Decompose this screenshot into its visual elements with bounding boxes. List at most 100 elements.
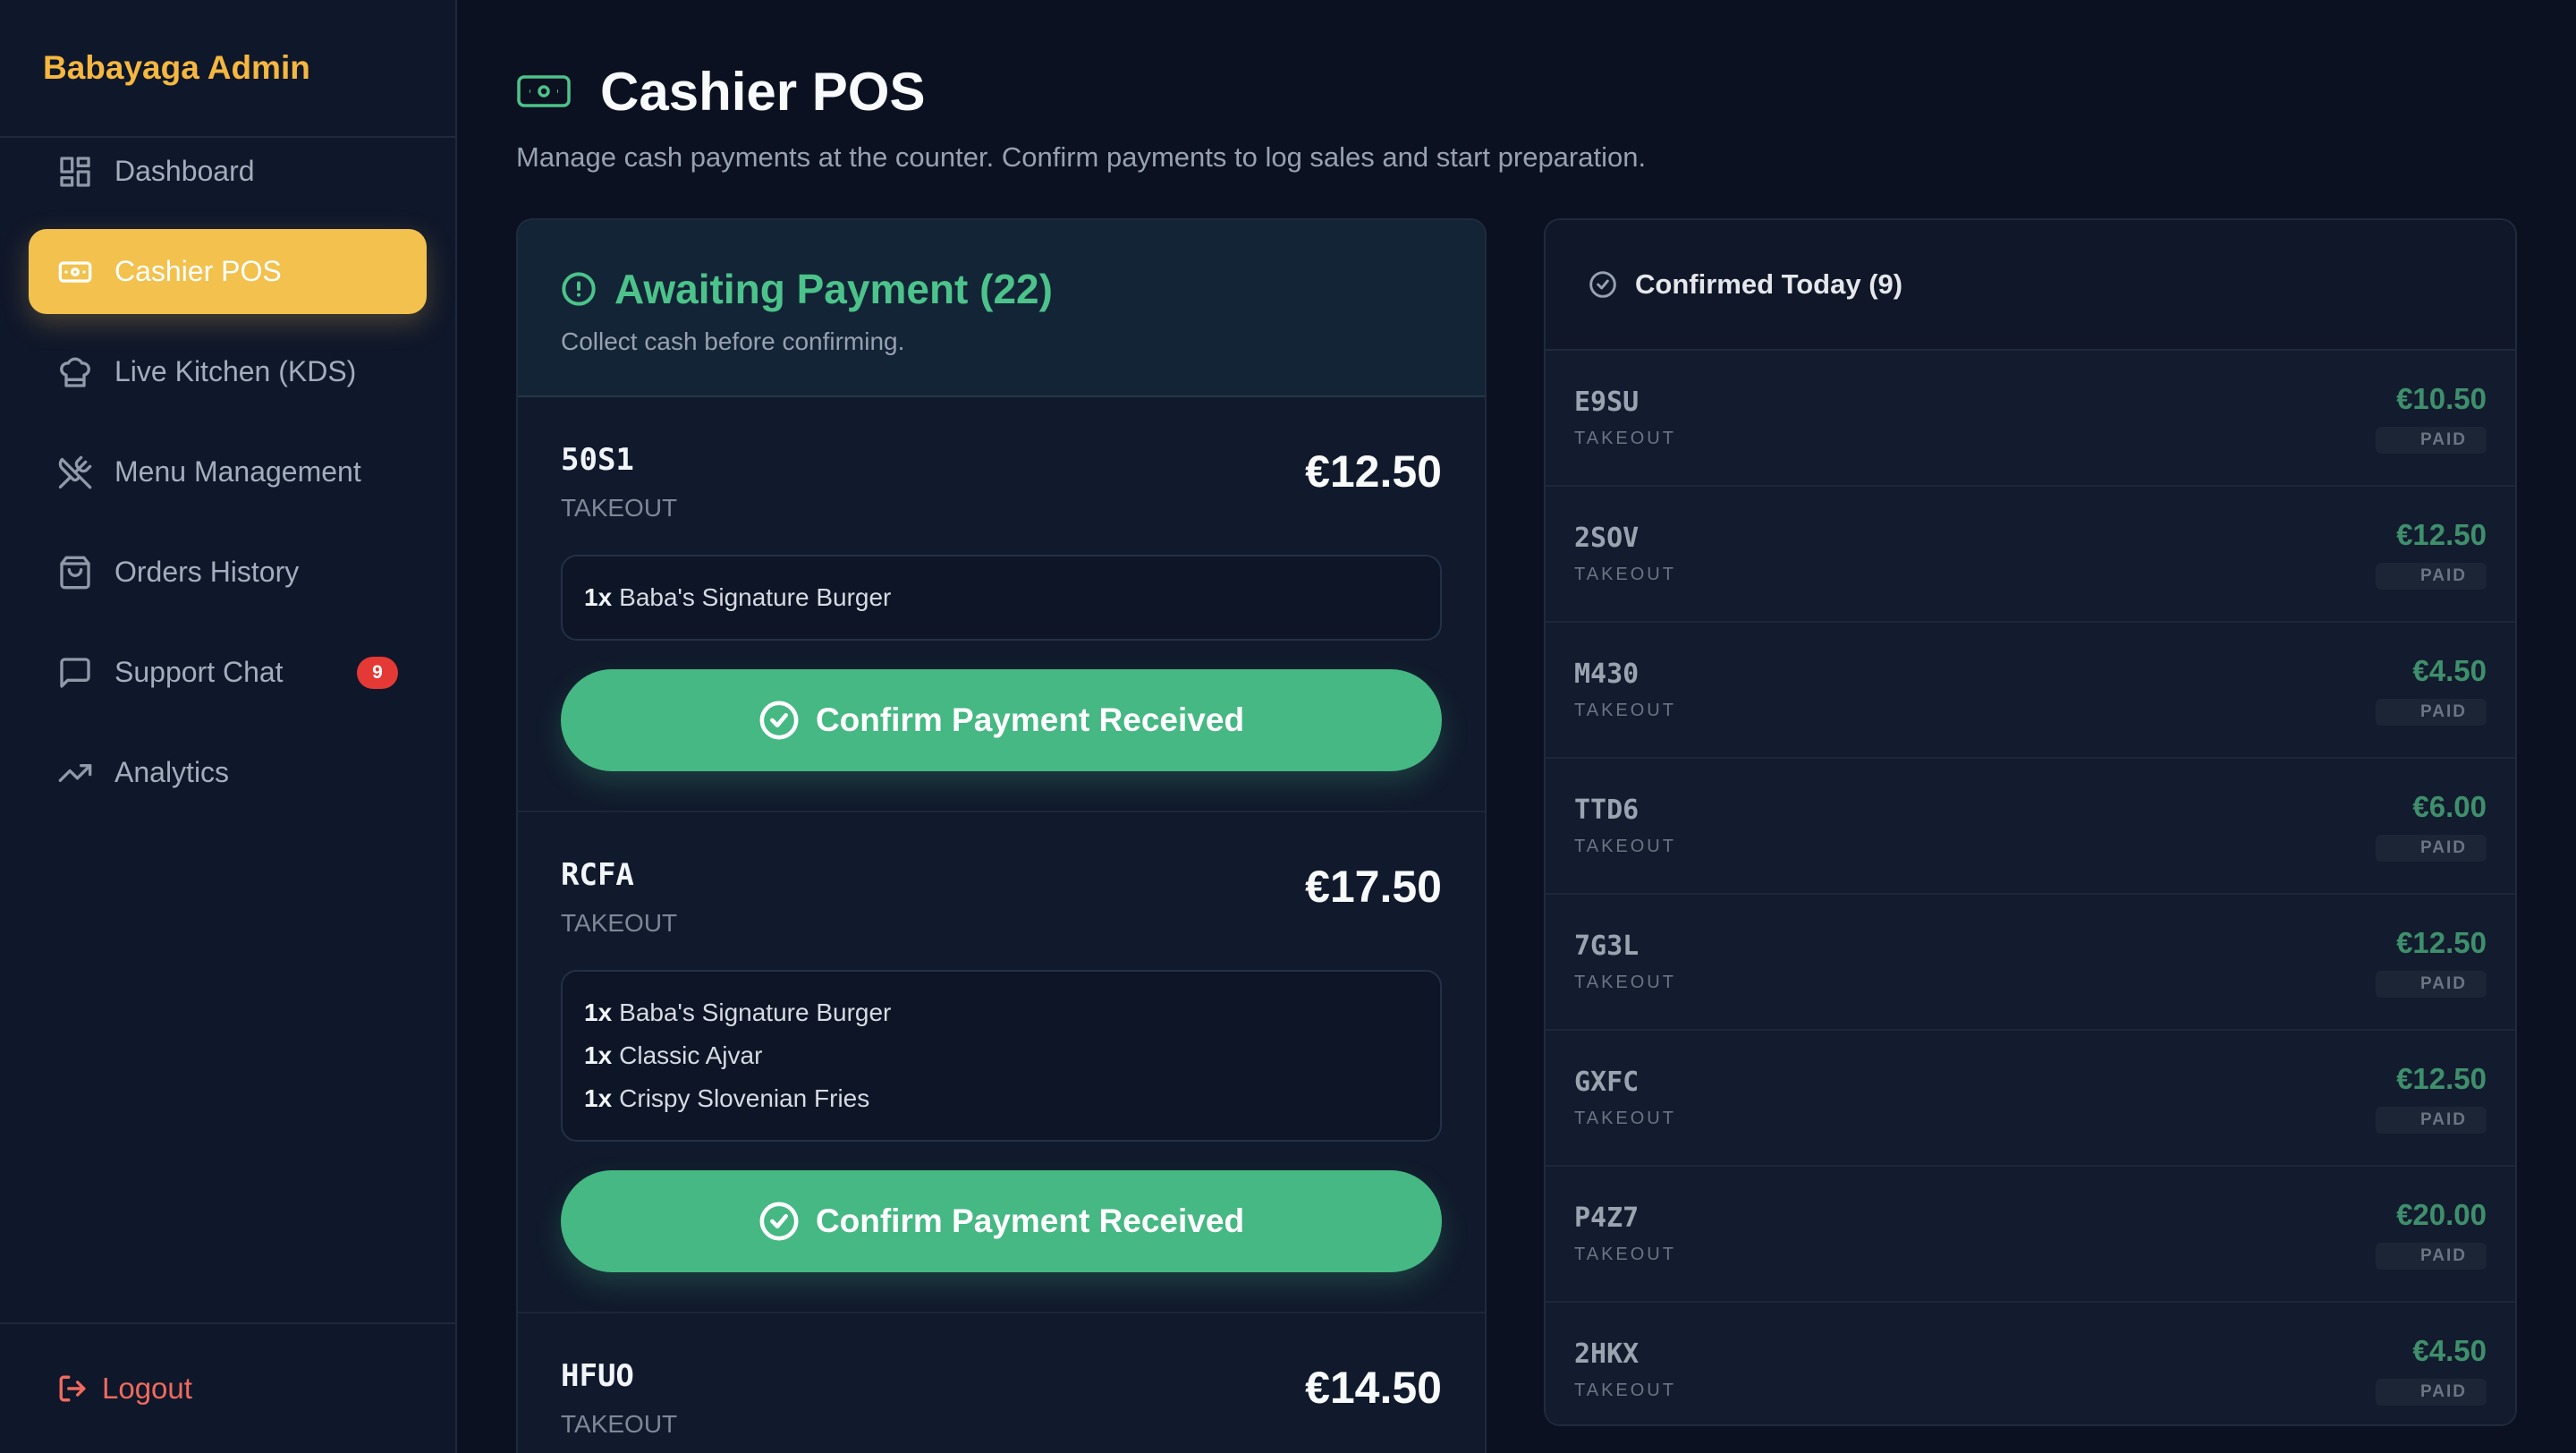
sidebar-item-analytics[interactable]: Analytics xyxy=(29,730,427,815)
order-total: €12.50 xyxy=(2396,1062,2487,1095)
order-total: €12.50 xyxy=(1305,446,1442,497)
confirmed-order-meta: €20.00 PAID xyxy=(2376,1198,2487,1270)
logout-button[interactable]: Logout xyxy=(0,1322,455,1453)
confirmed-order-meta: €10.50 PAID xyxy=(2376,382,2487,454)
order-code: RCFA xyxy=(561,857,634,893)
order-type: TAKEOUT xyxy=(1574,701,1676,720)
paid-badge: PAID xyxy=(2376,1379,2487,1406)
sidebar-item-dashboard[interactable]: Dashboard xyxy=(29,129,427,214)
order-type: TAKEOUT xyxy=(561,1410,678,1438)
order-item: 1x Baba's Signature Burger xyxy=(584,576,1419,619)
confirmed-order-row: GXFC TAKEOUT €12.50 PAID xyxy=(1546,1031,2515,1167)
order-type: TAKEOUT xyxy=(561,909,678,937)
sidebar-nav: Dashboard Cashier POS Live Kitchen (KDS)… xyxy=(0,0,455,830)
order-total: €12.50 xyxy=(2396,518,2487,551)
confirmed-today-title: Confirmed Today (9) xyxy=(1635,268,1903,300)
sidebar-item-menu-management[interactable]: Menu Management xyxy=(29,429,427,514)
sidebar-item-label: Support Chat xyxy=(114,656,284,688)
item-name: Baba's Signature Burger xyxy=(619,583,892,611)
confirmed-today-panel: Confirmed Today (9) E9SU TAKEOUT €10.50 PAI… xyxy=(1544,218,2517,1426)
banknote-icon xyxy=(58,260,92,283)
sidebar-item-label: Menu Management xyxy=(114,455,361,488)
confirmed-order-meta: €12.50 PAID xyxy=(2376,926,2487,998)
sidebar-item-orders-history[interactable]: Orders History xyxy=(29,530,427,615)
order-info: HFUO TAKEOUT xyxy=(561,1358,677,1439)
awaiting-payment-header: Awaiting Payment (22) Collect cash befor… xyxy=(518,220,1485,397)
confirm-payment-button[interactable]: Confirm Payment Received xyxy=(561,1170,1442,1272)
confirmed-order-meta: €6.00 PAID xyxy=(2376,790,2487,862)
order-code: TTD6 xyxy=(1574,794,1640,826)
sidebar-item-label: Analytics xyxy=(114,756,230,788)
confirmed-order-row: M430 TAKEOUT €4.50 PAID xyxy=(1546,623,2515,759)
page-subtitle: Manage cash payments at the counter. Con… xyxy=(516,141,1647,173)
pos-columns: Awaiting Payment (22) Collect cash befor… xyxy=(516,218,2519,1453)
banknote-icon xyxy=(517,75,571,107)
confirm-payment-button[interactable]: Confirm Payment Received xyxy=(561,669,1442,771)
order-total: €4.50 xyxy=(2412,654,2487,687)
order-code: GXFC xyxy=(1574,1066,1640,1098)
confirmed-order-info: TTD6 TAKEOUT xyxy=(1574,794,1676,857)
order-item: 1x Crispy Slovenian Fries xyxy=(584,1077,1419,1120)
order-total: €4.50 xyxy=(2412,1334,2487,1367)
sidebar-item-label: Live Kitchen (KDS) xyxy=(114,355,357,387)
confirmed-order-info: M430 TAKEOUT xyxy=(1574,659,1676,721)
order-code: 50S1 xyxy=(561,442,634,478)
confirmed-orders-list: E9SU TAKEOUT €10.50 PAID 2SOV TAKEOUT €12.50 PA… xyxy=(1546,351,2515,1424)
item-quantity: 1x xyxy=(584,1041,613,1069)
order-type: TAKEOUT xyxy=(561,494,678,522)
order-code: HFUO xyxy=(561,1358,634,1394)
confirmed-order-meta: €12.50 PAID xyxy=(2376,518,2487,590)
order-info: 50S1 TAKEOUT xyxy=(561,442,677,523)
sidebar-item-support-chat[interactable]: Support Chat 9 xyxy=(29,630,427,715)
order-item: 1x Baba's Signature Burger xyxy=(584,991,1419,1034)
confirmed-order-meta: €4.50 PAID xyxy=(2376,1334,2487,1406)
sidebar-item-cashier-pos[interactable]: Cashier POS xyxy=(29,229,427,314)
confirmed-order-info: P4Z7 TAKEOUT xyxy=(1574,1202,1676,1265)
confirmed-order-row: 7G3L TAKEOUT €12.50 PAID xyxy=(1546,895,2515,1031)
item-name: Crispy Slovenian Fries xyxy=(619,1084,870,1112)
confirmed-order-info: 2SOV TAKEOUT xyxy=(1574,523,1676,585)
confirmed-order-row: 2SOV TAKEOUT €12.50 PAID xyxy=(1546,487,2515,623)
order-code: M430 xyxy=(1574,659,1640,690)
order-items: 1x Baba's Signature Burger xyxy=(561,555,1442,641)
order-code: 2SOV xyxy=(1574,523,1640,554)
page-title: Cashier POS xyxy=(600,61,926,122)
awaiting-payment-title: Awaiting Payment (22) xyxy=(614,266,1053,312)
shopping-bag-icon xyxy=(60,556,90,589)
confirmed-order-meta: €4.50 PAID xyxy=(2376,654,2487,726)
check-circle-icon xyxy=(759,701,799,740)
order-code: E9SU xyxy=(1574,387,1640,418)
confirmed-today-header: Confirmed Today (9) xyxy=(1546,220,2515,351)
item-name: Baba's Signature Burger xyxy=(619,998,892,1026)
order-info: RCFA TAKEOUT xyxy=(561,857,677,938)
sidebar-item-live-kitchen[interactable]: Live Kitchen (KDS) xyxy=(29,329,427,414)
order-type: TAKEOUT xyxy=(1574,1245,1676,1264)
paid-badge: PAID xyxy=(2376,699,2487,726)
order-total: €17.50 xyxy=(1305,862,1442,912)
paid-badge: PAID xyxy=(2376,427,2487,454)
awaiting-payment-panel: Awaiting Payment (22) Collect cash befor… xyxy=(516,218,1487,1453)
unread-badge: 9 xyxy=(357,656,398,689)
sidebar-item-label: Orders History xyxy=(114,556,300,588)
item-name: Classic Ajvar xyxy=(619,1041,763,1069)
order-type: TAKEOUT xyxy=(1574,973,1676,992)
logout-label: Logout xyxy=(102,1372,192,1405)
order-header: HFUO TAKEOUT €14.50 xyxy=(561,1358,1442,1439)
confirmed-order-row: P4Z7 TAKEOUT €20.00 PAID xyxy=(1546,1167,2515,1303)
confirmed-order-info: E9SU TAKEOUT xyxy=(1574,387,1676,449)
order-type: TAKEOUT xyxy=(1574,1109,1676,1128)
order-total: €12.50 xyxy=(2396,926,2487,959)
awaiting-payment-title-row: Awaiting Payment (22) xyxy=(561,265,1442,313)
chef-hat-icon xyxy=(60,357,90,387)
order-total: €20.00 xyxy=(2396,1198,2487,1231)
order-items: 1x Baba's Signature Burger 1x Classic Ajva… xyxy=(561,970,1442,1142)
order-type: TAKEOUT xyxy=(1574,1381,1676,1400)
dashboard-icon xyxy=(60,156,90,187)
alert-circle-icon xyxy=(562,272,596,306)
utensils-crossed-icon xyxy=(58,455,92,489)
pending-order-card: HFUO TAKEOUT €14.50 xyxy=(518,1313,1485,1453)
confirm-payment-label: Confirm Payment Received xyxy=(815,1202,1245,1239)
confirmed-order-info: 7G3L TAKEOUT xyxy=(1574,930,1676,993)
order-total: €14.50 xyxy=(1305,1363,1442,1413)
check-circle-icon xyxy=(759,1202,799,1241)
